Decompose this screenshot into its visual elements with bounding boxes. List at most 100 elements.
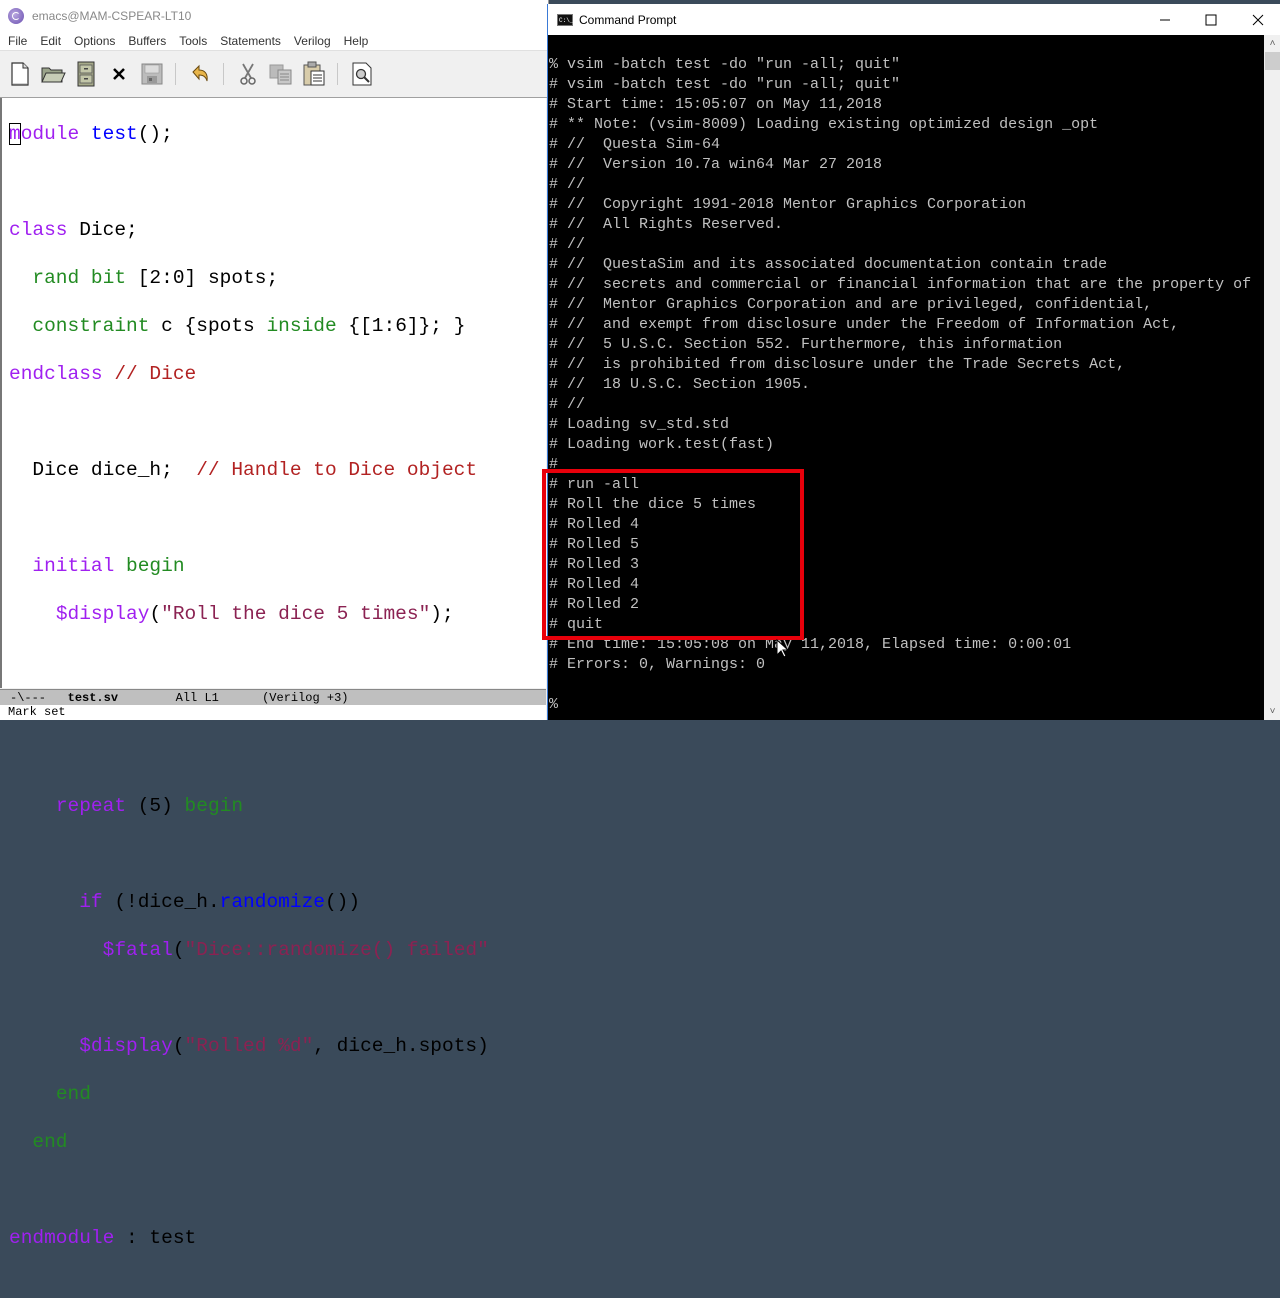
code-line: endclass // Dice — [9, 362, 546, 386]
scroll-down-arrow-icon[interactable]: ˅ — [1264, 703, 1280, 720]
cut-button[interactable] — [234, 60, 262, 88]
keyword: endclass — [9, 363, 103, 385]
menu-buffers[interactable]: Buffers — [128, 34, 166, 48]
menu-options[interactable]: Options — [74, 34, 115, 48]
open-folder-button[interactable] — [39, 60, 67, 88]
code-text: ( — [172, 939, 185, 961]
console-line: # Rolled 5 — [549, 536, 640, 553]
close-button[interactable] — [1235, 4, 1280, 35]
menu-tools[interactable]: Tools — [179, 34, 207, 48]
close-icon — [113, 68, 125, 80]
toolbar-separator — [337, 63, 338, 85]
save-button[interactable] — [138, 60, 166, 88]
code-text: [2:0] spots; — [126, 267, 279, 289]
undo-button[interactable] — [186, 60, 214, 88]
close-buffer-button[interactable] — [105, 60, 133, 88]
code-line: module test(); — [9, 122, 546, 146]
console-line: # quit — [549, 616, 604, 633]
emacs-menubar: File Edit Options Buffers Tools Statemen… — [0, 32, 548, 51]
modeline-major-mode[interactable]: (Verilog +3) — [262, 691, 348, 705]
keyword: begin — [126, 555, 185, 577]
folder-open-icon — [41, 67, 66, 83]
console-line: # // — [549, 396, 586, 413]
keyword: initial — [32, 555, 115, 577]
close-icon — [1252, 14, 1264, 25]
console-line: # Rolled 3 — [549, 556, 640, 573]
string-literal: "Roll the dice 5 times" — [161, 603, 431, 625]
console-line: # // Questa Sim-64 — [549, 136, 721, 153]
cmd-window-title: Command Prompt — [579, 12, 677, 27]
console-line: # Loading work.test(fast) — [549, 436, 775, 453]
save-disk-icon — [141, 63, 163, 85]
toolbar-separator — [223, 63, 224, 85]
console-line: # // Mentor Graphics Corporation and are… — [549, 296, 1153, 313]
emacs-mode-line: -\--- test.sv All L1 (Verilog +3) — [0, 689, 546, 705]
console-line: # // All Rights Reserved. — [549, 216, 784, 233]
code-line: repeat (5) begin — [9, 794, 546, 818]
command-prompt-window: C:\_ Command Prompt % vsim -batch test -… — [547, 4, 1280, 720]
emacs-editor-buffer[interactable]: module test(); class Dice; rand bit [2:0… — [0, 98, 546, 1249]
console-line: # // secrets and commercial or financial… — [549, 276, 1252, 293]
system-task: $fatal — [102, 939, 173, 961]
code-text: : test — [114, 1227, 197, 1249]
type-keyword: bit — [90, 267, 127, 289]
menu-help[interactable]: Help — [344, 34, 369, 48]
console-line: # — [549, 456, 559, 473]
console-line: # ** Note: (vsim-8009) Loading existing … — [549, 116, 1099, 133]
console-output[interactable]: % vsim -batch test -do "run -all; quit" #… — [548, 35, 1264, 720]
search-icon — [352, 62, 372, 86]
code-text: (5) — [126, 795, 185, 817]
search-button[interactable] — [348, 60, 376, 88]
menu-file[interactable]: File — [8, 34, 27, 48]
code-text: (); — [137, 123, 173, 145]
code-text: Dice dice_h; — [32, 459, 197, 481]
console-line: # Rolled 2 — [549, 596, 640, 613]
keyword: class — [9, 219, 68, 241]
keyword: constraint — [32, 315, 150, 337]
console-line: # // QuestaSim and its associated docume… — [549, 256, 1108, 273]
dired-button[interactable] — [72, 60, 100, 88]
string-literal: "Rolled %d" — [184, 1035, 314, 1057]
emacs-window-title: emacs@MAM-CSPEAR-LT10 — [32, 9, 192, 23]
menu-verilog[interactable]: Verilog — [294, 34, 331, 48]
code-line: $display("Rolled %d", dice_h.spots) — [9, 1034, 546, 1058]
function-name: randomize — [219, 891, 325, 913]
scrollbar-thumb[interactable] — [1265, 52, 1280, 70]
console-line: # Loading sv_std.std — [549, 416, 730, 433]
console-line: # Roll the dice 5 times — [549, 496, 757, 513]
code-text: Dice; — [67, 219, 138, 241]
console-line: # Rolled 4 — [549, 516, 640, 533]
emacs-toolbar — [0, 51, 548, 98]
text-cursor: m — [9, 123, 21, 145]
console-line: # // — [549, 176, 586, 193]
string-literal: "Dice::randomize() failed" — [184, 939, 489, 961]
console-scrollbar[interactable]: ˄ ˅ — [1264, 35, 1280, 720]
minimize-button[interactable] — [1142, 4, 1188, 35]
code-text: {[1:6]}; } — [336, 315, 466, 337]
scroll-up-arrow-icon[interactable]: ˄ — [1264, 35, 1280, 52]
keyword: endmodule — [9, 1227, 115, 1249]
emacs-minibuffer[interactable]: Mark set — [0, 705, 546, 720]
paste-button[interactable] — [300, 60, 328, 88]
modeline-buffer-name: test.sv — [67, 691, 119, 705]
cmd-titlebar: C:\_ Command Prompt — [548, 4, 1280, 35]
code-line: initial begin — [9, 554, 546, 578]
code-line: end — [9, 1130, 546, 1154]
code-line: $fatal("Dice::randomize() failed" — [9, 938, 546, 962]
console-line: # run -all — [549, 476, 640, 493]
new-file-icon — [11, 62, 29, 86]
toolbar-separator — [175, 63, 176, 85]
code-line: constraint c {spots inside {[1:6]}; } — [9, 314, 546, 338]
new-file-button[interactable] — [6, 60, 34, 88]
maximize-button[interactable] — [1188, 4, 1234, 35]
code-line: if (!dice_h.randomize()) — [9, 890, 546, 914]
copy-button[interactable] — [267, 60, 295, 88]
keyword: if — [79, 891, 103, 913]
menu-statements[interactable]: Statements — [220, 34, 281, 48]
menu-edit[interactable]: Edit — [40, 34, 61, 48]
keyword: begin — [184, 795, 244, 817]
console-line: # // 5 U.S.C. Section 552. Furthermore, … — [549, 336, 1063, 353]
code-text: ( — [149, 603, 162, 625]
